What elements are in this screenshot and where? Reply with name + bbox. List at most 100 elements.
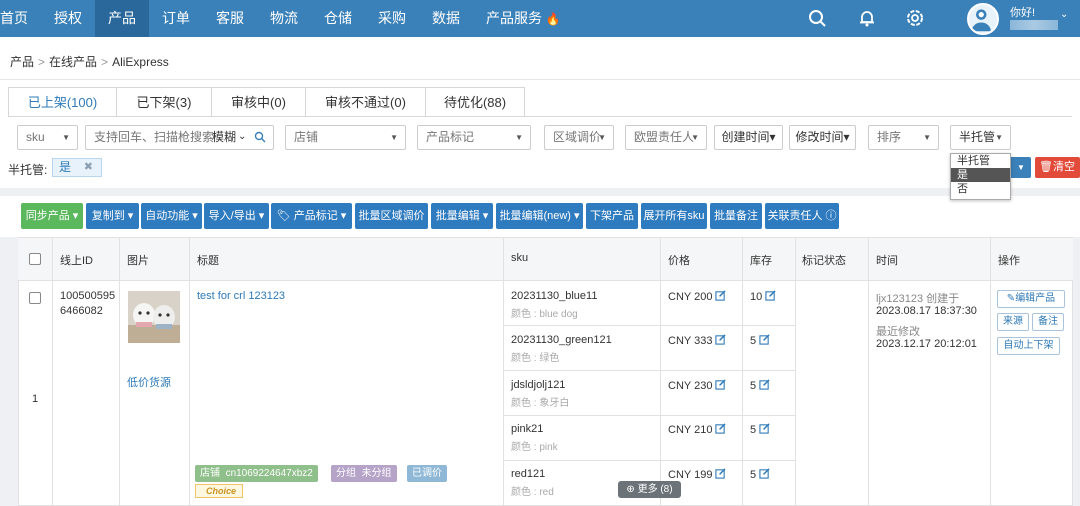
- nav-logistics[interactable]: 物流: [257, 0, 311, 37]
- source-button[interactable]: 来源: [997, 313, 1029, 331]
- dropdown-option[interactable]: 否: [951, 182, 1010, 196]
- breadcrumb-product[interactable]: 产品: [10, 55, 34, 69]
- gear-icon[interactable]: [905, 8, 925, 28]
- semi-managed-select[interactable]: 半托管 ▼: [950, 125, 1011, 150]
- auto-listing-button[interactable]: 自动上下架: [997, 337, 1060, 355]
- nav-purchase[interactable]: 采购: [365, 0, 419, 37]
- batch-region-price-button[interactable]: 批量区域调价: [355, 203, 428, 229]
- dropdown-option[interactable]: 半托管: [951, 154, 1010, 168]
- tab-reviewing[interactable]: 审核中(0): [212, 87, 306, 117]
- tab-rejected[interactable]: 审核不通过(0): [306, 87, 426, 117]
- search-placeholder: 支持回车、扫描枪搜索: [94, 130, 215, 144]
- edit-icon[interactable]: [715, 334, 727, 345]
- nav-data[interactable]: 数据: [419, 0, 473, 37]
- chevron-down-icon[interactable]: ⌄: [1060, 9, 1068, 20]
- online-id-line2: 6466082: [60, 305, 103, 317]
- nav-product[interactable]: 产品: [95, 0, 149, 37]
- sku-color: 颜色 : 象牙白: [511, 398, 570, 409]
- column-divider: [795, 238, 796, 506]
- link-person-button[interactable]: 关联责任人 ⓘ: [765, 203, 839, 229]
- price-value: 199: [694, 469, 713, 481]
- batch-edit-new-label: 批量编辑(new): [499, 210, 571, 222]
- close-icon[interactable]: ✖: [84, 159, 93, 176]
- product-title-link[interactable]: test for crl 123123: [197, 290, 285, 302]
- header-price: 价格: [668, 255, 690, 267]
- column-divider: [503, 238, 504, 506]
- breadcrumb-online[interactable]: 在线产品: [49, 55, 97, 69]
- avatar[interactable]: [967, 3, 999, 35]
- region-price-select[interactable]: 区域调价 ▼: [544, 125, 614, 150]
- created-time-label: 创建时间: [721, 130, 770, 144]
- batch-edit-button[interactable]: 批量编辑 ▾: [431, 203, 493, 229]
- created-time-button[interactable]: 创建时间▾: [714, 125, 783, 150]
- expand-sku-button[interactable]: 展开所有sku: [641, 203, 707, 229]
- chevron-down-icon[interactable]: ⌄: [238, 125, 246, 148]
- tab-listed[interactable]: 已上架(100): [8, 87, 117, 117]
- status-tabs: 已上架(100) 已下架(3) 审核中(0) 审核不通过(0) 待优化(88): [8, 87, 525, 117]
- note-button[interactable]: 备注: [1032, 313, 1064, 331]
- nav-warehouse[interactable]: 仓储: [311, 0, 365, 37]
- sku-code: 20231130_blue11: [511, 290, 598, 302]
- batch-edit-new-button[interactable]: 批量编辑(new) ▾: [496, 203, 583, 229]
- caret-down-icon: ▼: [691, 133, 699, 142]
- store-select[interactable]: 店铺 ▼: [285, 125, 406, 150]
- price-value: 230: [694, 380, 713, 392]
- bell-icon[interactable]: [857, 8, 877, 28]
- copy-to-button[interactable]: 复制到 ▾: [86, 203, 139, 229]
- more-skus-button[interactable]: ⊕ 更多 (8): [618, 481, 681, 498]
- tab-to-optimize[interactable]: 待优化(88): [426, 87, 525, 117]
- tag-icon: 🏷: [276, 210, 291, 222]
- modified-time-button[interactable]: 修改时间▾: [789, 125, 856, 150]
- sync-products-button[interactable]: 同步产品 ▾: [21, 203, 83, 229]
- clear-button[interactable]: 🗑清空: [1035, 157, 1080, 178]
- nav-product-service[interactable]: 产品服务 🔥: [473, 0, 574, 37]
- product-tag-button[interactable]: 🏷 产品标记 ▾: [271, 203, 352, 229]
- nav-auth[interactable]: 授权: [41, 0, 95, 37]
- sku-stock: 5: [750, 468, 770, 481]
- header-image: 图片: [127, 255, 149, 267]
- nav-service[interactable]: 客服: [203, 0, 257, 37]
- search-icon[interactable]: [254, 131, 266, 143]
- semi-managed-value: 半托管: [959, 130, 996, 144]
- stock-value: 5: [750, 469, 757, 481]
- row-checkbox[interactable]: [29, 292, 41, 304]
- product-tag-label: 产品标记: [293, 210, 338, 222]
- sort-select[interactable]: 排序 ▼: [868, 125, 939, 150]
- product-thumbnail[interactable]: [128, 291, 180, 343]
- product-tag-select[interactable]: 产品标记 ▼: [417, 125, 531, 150]
- edit-icon[interactable]: [759, 334, 770, 345]
- caret-down-icon: ▼: [62, 133, 70, 142]
- edit-icon[interactable]: [765, 290, 776, 301]
- sort-value: 排序: [877, 130, 902, 144]
- nav-home[interactable]: 首页: [0, 0, 41, 37]
- edit-icon[interactable]: [715, 423, 727, 434]
- match-mode[interactable]: 模糊: [212, 126, 236, 149]
- eu-person-select[interactable]: 欧盟责任人 ▼: [625, 125, 707, 150]
- tab-delisted[interactable]: 已下架(3): [117, 87, 212, 117]
- trash-icon: 🗑: [1039, 161, 1053, 173]
- search-icon[interactable]: [807, 8, 827, 28]
- auto-function-button[interactable]: 自动功能 ▾: [141, 203, 202, 229]
- sku-price: CNY 200: [668, 290, 727, 303]
- fire-icon: 🔥: [545, 12, 561, 26]
- edit-icon[interactable]: [715, 290, 727, 301]
- currency: CNY: [668, 335, 692, 347]
- edit-icon[interactable]: [759, 379, 770, 390]
- delist-button[interactable]: 下架产品: [586, 203, 638, 229]
- edit-icon[interactable]: [715, 468, 727, 479]
- top-navbar: 首页 授权 产品 订单 客服 物流 仓储 采购 数据 产品服务 🔥 你好! ⌄: [0, 0, 1080, 37]
- edit-icon[interactable]: [759, 423, 770, 434]
- edit-icon[interactable]: [759, 468, 770, 479]
- edit-product-button[interactable]: ✎编辑产品: [997, 290, 1065, 308]
- import-export-button[interactable]: 导入/导出 ▾: [204, 203, 269, 229]
- caret-down-icon[interactable]: ▼: [1011, 157, 1031, 178]
- low-price-source-link[interactable]: 低价货源: [127, 374, 171, 390]
- search-input[interactable]: 支持回车、扫描枪搜索 模糊 ⌄: [85, 125, 274, 150]
- sku-select[interactable]: sku ▼: [17, 125, 78, 150]
- nav-order[interactable]: 订单: [149, 0, 203, 37]
- dropdown-option-selected[interactable]: 是: [951, 168, 1010, 182]
- batch-note-button[interactable]: 批量备注: [710, 203, 762, 229]
- select-all-checkbox[interactable]: [29, 253, 41, 265]
- edit-icon[interactable]: [715, 379, 727, 390]
- stock-value: 5: [750, 424, 757, 436]
